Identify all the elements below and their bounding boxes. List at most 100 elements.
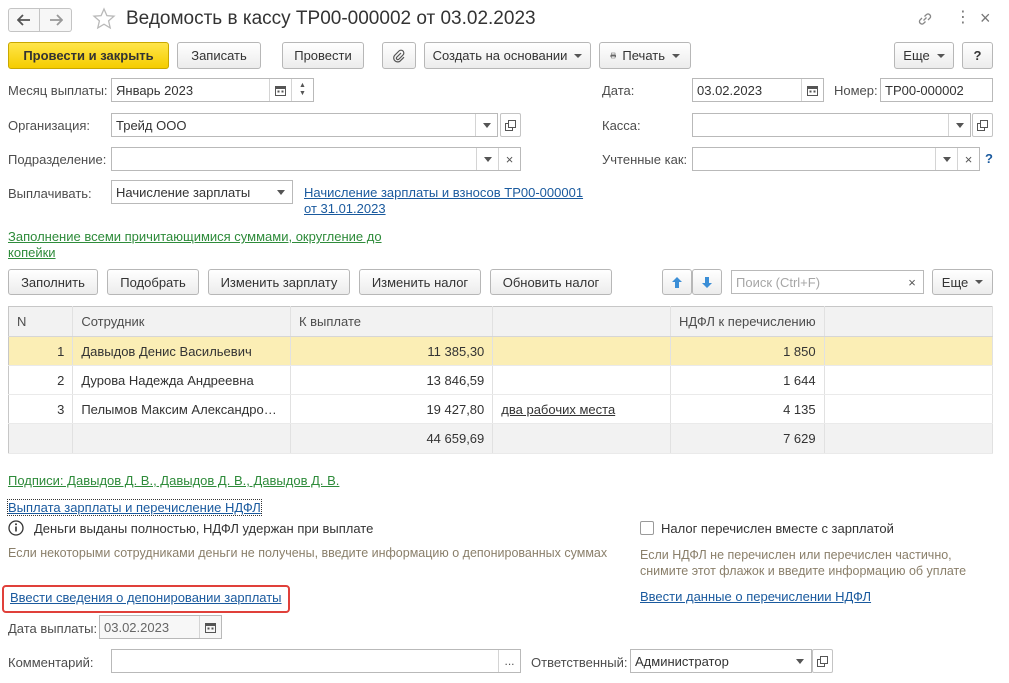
post-and-close-button[interactable]: Провести и закрыть bbox=[8, 42, 169, 69]
table-row[interactable]: 1 Давыдов Денис Васильевич 11 385,30 1 8… bbox=[8, 336, 994, 366]
favorite-star-icon[interactable] bbox=[92, 7, 116, 34]
print-button[interactable]: Печать bbox=[599, 42, 691, 69]
cash-field[interactable] bbox=[692, 113, 971, 137]
help-button[interactable]: ? bbox=[962, 42, 993, 69]
save-button[interactable]: Записать bbox=[177, 42, 261, 69]
deposit-salary-link[interactable]: Ввести сведения о депонировании зарплаты bbox=[10, 590, 282, 605]
comment-field[interactable]: ... bbox=[111, 649, 521, 673]
signatures-link[interactable]: Подписи: Давыдов Д. В., Давыдов Д. В., Д… bbox=[8, 473, 339, 488]
accounted-as-field[interactable]: × bbox=[692, 147, 980, 171]
spinner-icon[interactable]: ▲ ▼ bbox=[291, 79, 313, 101]
column-header-tax[interactable]: НДФЛ к перечислению bbox=[670, 306, 825, 337]
table-header-row: N Сотрудник К выплате НДФЛ к перечислени… bbox=[8, 306, 994, 337]
date-field[interactable]: 03.02.2023 bbox=[692, 78, 824, 102]
table-row[interactable]: 3 Пелымов Максим Александро… 19 427,80 д… bbox=[8, 394, 994, 424]
post-button[interactable]: Провести bbox=[282, 42, 364, 69]
dropdown-icon[interactable] bbox=[476, 148, 498, 170]
total-tax: 7 629 bbox=[670, 423, 825, 454]
pick-button[interactable]: Подобрать bbox=[107, 269, 199, 295]
pay-date-field[interactable]: 03.02.2023 bbox=[99, 615, 222, 639]
dropdown-icon[interactable] bbox=[935, 148, 957, 170]
table-totals-row: 44 659,69 7 629 bbox=[8, 423, 994, 454]
arrow-left-icon bbox=[17, 14, 30, 26]
arrow-right-icon bbox=[49, 14, 63, 26]
chevron-down-icon bbox=[936, 53, 945, 58]
open-organization-button[interactable] bbox=[500, 113, 521, 137]
clear-icon[interactable]: × bbox=[957, 148, 979, 170]
amount-cell[interactable]: 19 427,80 bbox=[290, 394, 494, 424]
clear-icon[interactable]: × bbox=[498, 148, 520, 170]
open-window-icon bbox=[977, 119, 988, 131]
tax-hint: Если НДФЛ не перечислен или перечислен ч… bbox=[640, 548, 967, 578]
search-input[interactable]: Поиск (Ctrl+F) × bbox=[731, 270, 924, 294]
department-label: Подразделение: bbox=[8, 152, 107, 167]
month-field[interactable]: Январь 2023 ▲ ▼ bbox=[111, 78, 314, 102]
create-based-on-button[interactable]: Создать на основании bbox=[424, 42, 591, 69]
employees-table: N Сотрудник К выплате НДФЛ к перечислени… bbox=[8, 306, 994, 454]
calendar-icon[interactable] bbox=[269, 79, 291, 101]
link-icon[interactable] bbox=[916, 10, 934, 31]
pay-type-field[interactable]: Начисление зарплаты bbox=[111, 180, 293, 204]
comment-label: Комментарий: bbox=[8, 655, 94, 670]
employee-cell[interactable]: Давыдов Денис Васильевич bbox=[72, 336, 291, 366]
tax-paid-checkbox[interactable] bbox=[640, 521, 654, 535]
number-label: Номер: bbox=[834, 83, 878, 98]
paperclip-icon bbox=[393, 49, 405, 62]
fill-button[interactable]: Заполнить bbox=[8, 269, 98, 295]
printer-icon bbox=[610, 52, 616, 59]
attach-button[interactable] bbox=[382, 42, 416, 69]
payment-and-tax-link[interactable]: Выплата зарплаты и перечисление НДФЛ bbox=[7, 499, 262, 516]
column-header-empty bbox=[824, 306, 994, 337]
change-tax-button[interactable]: Изменить налог bbox=[359, 269, 481, 295]
column-header-amount[interactable]: К выплате bbox=[290, 306, 494, 337]
clear-search-icon[interactable]: × bbox=[901, 271, 923, 293]
table-more-button[interactable]: Еще bbox=[932, 269, 993, 295]
forward-button[interactable] bbox=[40, 8, 72, 32]
open-responsible-button[interactable] bbox=[812, 649, 833, 673]
accounted-as-help-link[interactable]: ? bbox=[985, 151, 993, 166]
close-icon[interactable]: × bbox=[980, 9, 991, 27]
back-button[interactable] bbox=[8, 8, 40, 32]
move-down-button[interactable] bbox=[692, 269, 722, 295]
open-window-icon bbox=[505, 119, 516, 131]
move-up-button[interactable] bbox=[662, 269, 692, 295]
update-tax-button[interactable]: Обновить налог bbox=[490, 269, 612, 295]
arrow-down-icon bbox=[702, 276, 712, 288]
calendar-icon[interactable] bbox=[199, 616, 221, 638]
ellipsis-icon[interactable]: ... bbox=[498, 650, 520, 672]
amount-cell[interactable]: 11 385,30 bbox=[290, 336, 494, 366]
more-button[interactable]: Еще bbox=[894, 42, 954, 69]
two-workplaces-link[interactable]: два рабочих места bbox=[492, 394, 671, 424]
tax-cell[interactable]: 1 644 bbox=[670, 365, 825, 395]
responsible-field[interactable]: Администратор bbox=[630, 649, 812, 673]
dropdown-icon[interactable] bbox=[475, 114, 497, 136]
dropdown-icon[interactable] bbox=[789, 650, 811, 672]
employee-cell[interactable]: Дурова Надежда Андреевна bbox=[72, 365, 291, 395]
accrual-document-link[interactable]: Начисление зарплаты и взносов ТР00-00000… bbox=[304, 185, 583, 217]
organization-field[interactable]: Трейд ООО bbox=[111, 113, 498, 137]
table-row[interactable]: 2 Дурова Надежда Андреевна 13 846,59 1 6… bbox=[8, 365, 994, 395]
employee-cell[interactable]: Пелымов Максим Александро… bbox=[72, 394, 291, 424]
open-cash-button[interactable] bbox=[972, 113, 993, 137]
tax-paid-label: Налог перечислен вместе с зарплатой bbox=[661, 521, 894, 536]
column-header-n[interactable]: N bbox=[8, 306, 74, 337]
calendar-icon[interactable] bbox=[801, 79, 823, 101]
tax-payment-link[interactable]: Ввести данные о перечислении НДФЛ bbox=[640, 589, 871, 604]
department-field[interactable]: × bbox=[111, 147, 521, 171]
payment-status-text: Деньги выданы полностью, НДФЛ удержан пр… bbox=[34, 521, 374, 536]
dropdown-icon[interactable] bbox=[270, 181, 292, 203]
accounted-as-label: Учтенные как: bbox=[602, 152, 688, 167]
fill-mode-link[interactable]: Заполнение всеми причитающимися суммами,… bbox=[8, 229, 382, 261]
tax-cell[interactable]: 4 135 bbox=[670, 394, 825, 424]
column-header-employee[interactable]: Сотрудник bbox=[72, 306, 291, 337]
more-vertical-icon[interactable]: ⋮ bbox=[955, 10, 971, 26]
number-field[interactable]: ТР00-000002 bbox=[880, 78, 993, 102]
change-salary-button[interactable]: Изменить зарплату bbox=[208, 269, 350, 295]
tax-cell[interactable]: 1 850 bbox=[670, 336, 825, 366]
column-header-note[interactable] bbox=[492, 306, 671, 337]
dropdown-icon[interactable] bbox=[948, 114, 970, 136]
amount-cell[interactable]: 13 846,59 bbox=[290, 365, 494, 395]
row-number: 3 bbox=[8, 394, 74, 424]
page-title: Ведомость в кассу ТР00-000002 от 03.02.2… bbox=[126, 8, 536, 29]
row-number: 2 bbox=[8, 365, 74, 395]
